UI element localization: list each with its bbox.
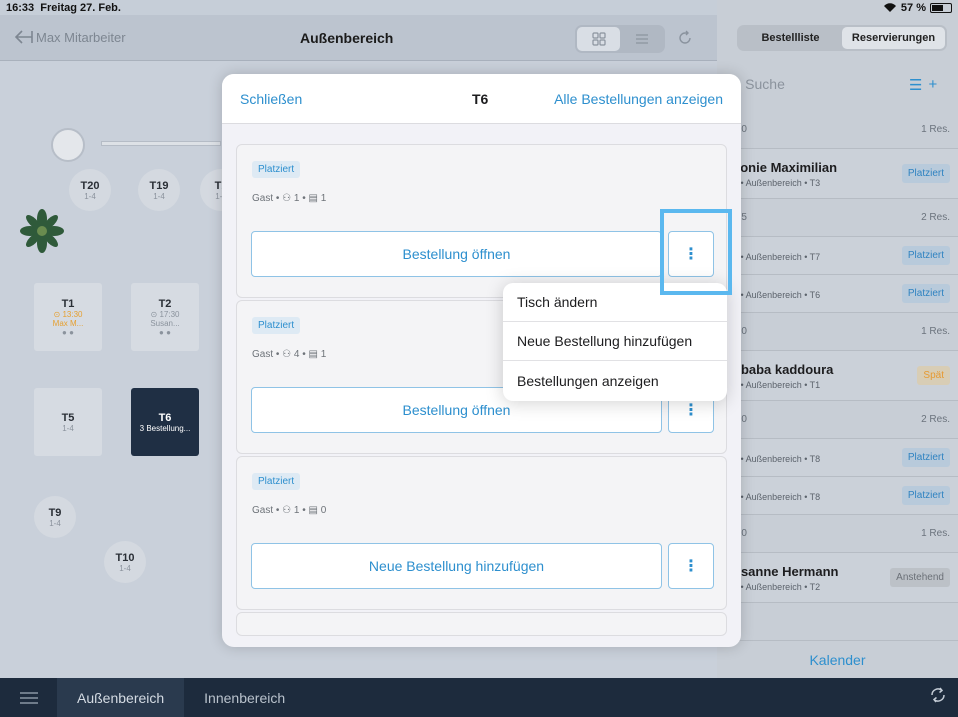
top-toolbar: Max Mitarbeiter Außenbereich [0, 15, 717, 61]
close-button[interactable]: Schließen [240, 91, 302, 107]
view-toggle [575, 25, 665, 53]
status-badge: Platziert [252, 161, 301, 178]
status-date: Freitag 27. Feb. [40, 1, 121, 14]
status-badge: Anstehend [890, 568, 950, 587]
status-badge: Platziert [252, 473, 301, 490]
table-t2[interactable]: T2 ⊙ 17:30 Susan... ● ● [131, 283, 199, 351]
menu-button[interactable] [0, 678, 57, 717]
open-order-button[interactable]: Bestellung öffnen [251, 231, 662, 277]
table-t9[interactable]: T9 1-4 [34, 496, 76, 538]
list-view-button[interactable] [620, 27, 663, 51]
status-badge: Platziert [901, 164, 950, 183]
time-group-header: :301 Res. [717, 313, 958, 351]
table-t5[interactable]: T5 1-4 [34, 388, 102, 456]
calendar-button[interactable]: Kalender [717, 640, 958, 678]
sync-icon [931, 687, 945, 703]
status-right: 57 % [883, 2, 952, 14]
battery-percent: 57 % [900, 1, 926, 14]
list-item[interactable]: ubaba kaddoura 3 • Außenbereich • T1 Spät [717, 351, 958, 401]
list-icon [635, 34, 648, 44]
list-item[interactable]: 4 • Außenbereich • T6 Platziert [717, 275, 958, 313]
modal-header: Schließen T6 Alle Bestellungen anzeigen [222, 74, 741, 124]
tab-outdoor[interactable]: Außenbereich [57, 678, 185, 717]
wifi-icon [883, 2, 896, 12]
table-t1[interactable]: T1 ⊙ 13:30 Max M... ● ● [34, 283, 102, 351]
grid-icon [591, 32, 606, 46]
time-group-header: :001 Res. [717, 111, 958, 149]
back-arrow-icon [14, 30, 33, 44]
umbrella-icon [51, 128, 85, 162]
tab-order-list[interactable]: Bestellliste [739, 27, 842, 49]
status-badge: Platziert [901, 448, 950, 467]
reservation-list: :001 Res. eonie Maximilian3 • Außenberei… [717, 111, 958, 603]
status-badge: Spät [917, 366, 950, 385]
grid-view-button[interactable] [577, 27, 620, 51]
time-group-header: :152 Res. [717, 199, 958, 237]
list-item[interactable]: 3 • Außenbereich • T8 Platziert [717, 477, 958, 515]
back-button[interactable]: Max Mitarbeiter [14, 29, 126, 45]
order-card: Platziert Gast • ⚇ 1 • ▤ 0 Neue Bestellu… [236, 456, 727, 610]
add-order-button[interactable]: Neue Bestellung hinzufügen [251, 543, 662, 589]
order-card: Platziert Gast • ⚇ 1 • ▤ 1 Bestellung öf… [236, 144, 727, 298]
show-all-orders-button[interactable]: Alle Bestellungen anzeigen [554, 91, 723, 107]
battery-icon [930, 2, 952, 13]
list-item[interactable]: 3 • Außenbereich • T8 Platziert [717, 439, 958, 477]
status-time: 16:33 [6, 1, 35, 14]
plant-icon [20, 209, 64, 253]
right-segmented-control: Bestellliste Reservierungen [737, 25, 947, 51]
list-item[interactable]: eonie Maximilian 3 • Außenbereich • T3 Pl… [717, 149, 958, 199]
refresh-button[interactable] [676, 29, 694, 52]
table-t10[interactable]: T10 1-4 [104, 541, 146, 583]
more-options-icon[interactable]: ⋮ [668, 543, 714, 589]
status-badge: Platziert [252, 317, 301, 334]
back-label: Max Mitarbeiter [36, 29, 126, 45]
table-t20[interactable]: T20 1-4 [69, 169, 111, 211]
filter-icon[interactable]: ☰ [909, 76, 922, 94]
order-meta: Gast • ⚇ 1 • ▤ 0 [252, 505, 327, 516]
status-badge: Platziert [901, 246, 950, 265]
modal-title: T6 [472, 91, 489, 107]
tab-indoor[interactable]: Innenbereich [184, 678, 305, 717]
time-group-header: :002 Res. [717, 401, 958, 439]
list-item[interactable]: usanne Hermann 1 • Außenbereich • T2 Anst… [717, 553, 958, 603]
list-item[interactable]: 4 • Außenbereich • T7 Platziert [717, 237, 958, 275]
search-placeholder: Suche [745, 76, 785, 92]
order-meta: Gast • ⚇ 4 • ▤ 1 [252, 349, 327, 360]
order-card [236, 612, 727, 636]
table-t6[interactable]: T6 3 Bestellung... [131, 388, 199, 456]
filter-actions: ☰ + [909, 76, 937, 94]
time-group-header: :301 Res. [717, 515, 958, 553]
sync-button[interactable] [928, 685, 948, 710]
status-bar: 16:33 Freitag 27. Feb. 57 % [0, 0, 958, 15]
table-t19[interactable]: T19 1-4 [138, 169, 180, 211]
hamburger-icon [19, 691, 38, 704]
context-menu: Tisch ändern Neue Bestellung hinzufügen … [503, 283, 727, 401]
reservations-pane: Bestellliste Reservierungen ⚲ Suche ☰ + … [717, 0, 958, 678]
page-title: Außenbereich [300, 30, 394, 46]
status-badge: Platziert [901, 284, 950, 303]
menu-item-add-order[interactable]: Neue Bestellung hinzufügen [503, 322, 727, 361]
status-badge: Platziert [901, 486, 950, 505]
bottom-tab-bar: Außenbereich Innenbereich [0, 678, 958, 717]
highlight-box [660, 209, 732, 295]
order-meta: Gast • ⚇ 1 • ▤ 1 [252, 193, 327, 204]
refresh-icon [679, 30, 691, 44]
add-reservation-button[interactable]: + [928, 76, 937, 94]
wall-divider [101, 141, 221, 146]
menu-item-show-orders[interactable]: Bestellungen anzeigen [503, 361, 727, 400]
tab-reservations[interactable]: Reservierungen [842, 27, 945, 49]
